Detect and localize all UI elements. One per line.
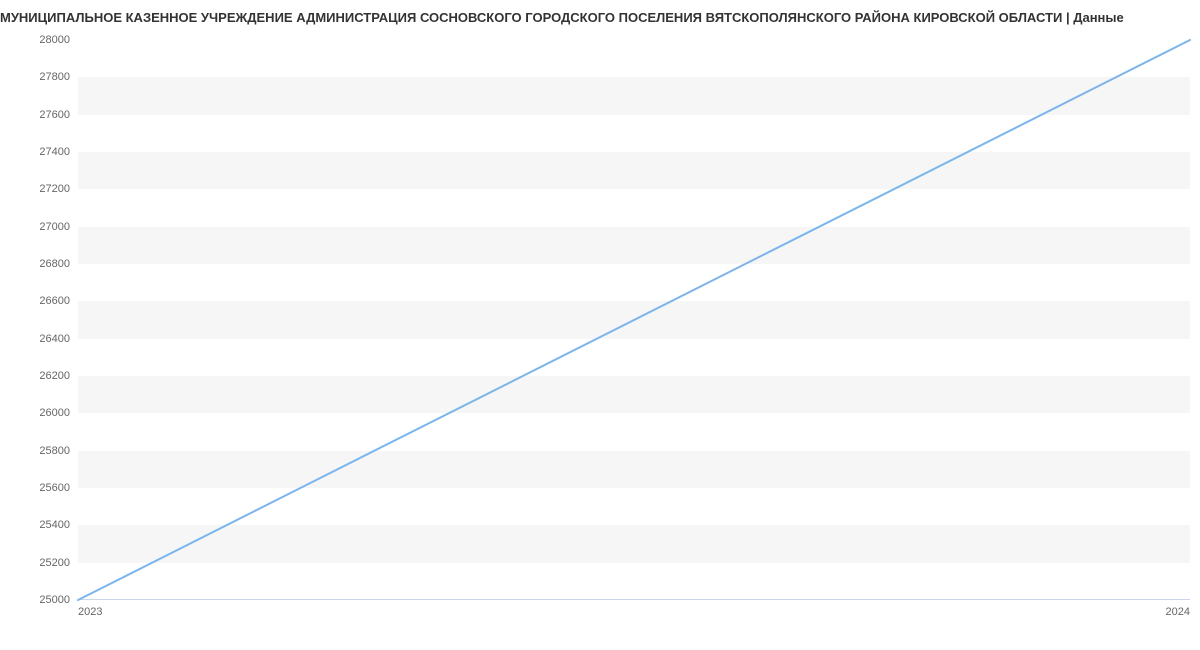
y-tick-label: 27200 (39, 183, 70, 195)
chart-container: МУНИЦИПАЛЬНОЕ КАЗЕННОЕ УЧРЕЖДЕНИЕ АДМИНИ… (0, 0, 1200, 650)
y-tick-label: 27600 (39, 109, 70, 121)
y-tick-label: 26400 (39, 333, 70, 345)
x-tick-label: 2024 (1166, 606, 1190, 618)
y-tick-label: 27000 (39, 221, 70, 233)
y-tick-label: 25800 (39, 445, 70, 457)
chart-title: МУНИЦИПАЛЬНОЕ КАЗЕННОЕ УЧРЕЖДЕНИЕ АДМИНИ… (0, 0, 1200, 25)
y-tick-label: 25600 (39, 482, 70, 494)
y-tick-label: 27400 (39, 146, 70, 158)
y-tick-label: 26000 (39, 407, 70, 419)
line-series (78, 40, 1190, 600)
y-tick-label: 28000 (39, 34, 70, 46)
y-tick-label: 27800 (39, 71, 70, 83)
y-tick-label: 25400 (39, 519, 70, 531)
y-tick-label: 25000 (39, 594, 70, 606)
y-tick-label: 25200 (39, 557, 70, 569)
y-tick-label: 26800 (39, 258, 70, 270)
x-tick-label: 2023 (78, 606, 102, 618)
y-tick-label: 26200 (39, 370, 70, 382)
plot-area[interactable]: 2500025200254002560025800260002620026400… (78, 40, 1190, 600)
y-tick-label: 26600 (39, 295, 70, 307)
